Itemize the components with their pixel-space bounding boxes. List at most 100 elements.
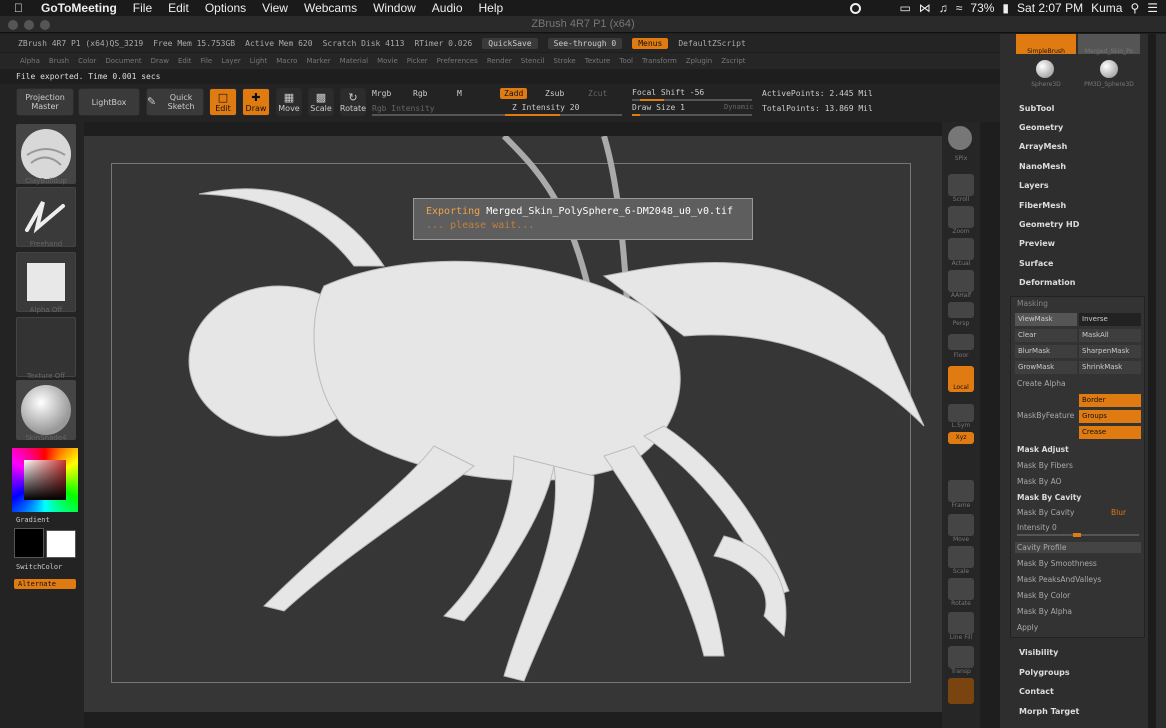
zcut-button[interactable]: Zcut [588,89,607,98]
aahalf-icon[interactable] [948,270,974,292]
zmenu-draw[interactable]: Draw [151,57,169,65]
maskall-button[interactable]: MaskAll [1079,329,1141,342]
draw-size-slider[interactable]: Draw Size 1 [632,103,685,112]
border-toggle[interactable]: Border [1079,394,1141,407]
lsym-icon[interactable] [948,404,974,422]
zmenu-alpha[interactable]: Alpha [20,57,40,65]
rgb-intensity-slider[interactable]: Rgb Intensity [372,104,435,113]
battery-icon[interactable]: ▮ [1002,1,1009,15]
actual-icon[interactable] [948,238,974,260]
mask-peaks-valleys-button[interactable]: Mask PeaksAndValleys [1017,575,1101,584]
zmenu-transform[interactable]: Transform [642,57,677,65]
z-intensity-track[interactable] [372,114,622,116]
projection-master-button[interactable]: Projection Master [16,88,74,116]
zmenu-color[interactable]: Color [78,57,96,65]
persp-icon[interactable] [948,302,974,318]
scale-icon-shelf[interactable] [948,546,974,568]
battery-percent[interactable]: 73% [970,1,994,15]
rotate-mode-button[interactable]: ↻ Rotate [340,88,366,116]
viewmask-button[interactable]: ViewMask [1015,313,1077,326]
zmenu-stroke[interactable]: Stroke [553,57,575,65]
zadd-button[interactable]: Zadd [500,88,528,99]
menu-view[interactable]: View [254,1,296,15]
subpalette-contact[interactable]: Contact [1019,687,1054,696]
masking-title[interactable]: Masking [1017,299,1048,308]
mask-by-feature-button[interactable]: MaskByFeature [1017,411,1074,420]
focal-shift-slider[interactable]: Focal Shift -56 [632,88,704,97]
menu-options[interactable]: Options [197,1,254,15]
move-icon-shelf[interactable] [948,514,974,536]
menu-edit[interactable]: Edit [160,1,197,15]
notification-center-icon[interactable]: ☰ [1147,1,1158,15]
main-color-swatch[interactable] [14,528,44,558]
zmenu-layer[interactable]: Layer [221,57,241,65]
lightbox-button[interactable]: LightBox [78,88,140,116]
mask-by-ao-button[interactable]: Mask By AO [1017,477,1062,486]
sphere3d-thumb-icon[interactable] [1036,60,1054,78]
mask-by-cavity-subtitle[interactable]: Mask By Cavity [1017,493,1081,502]
zmenu-brush[interactable]: Brush [49,57,69,65]
inverse-button[interactable]: Inverse [1079,313,1141,326]
frame-icon[interactable] [948,480,974,502]
zmenu-preferences[interactable]: Preferences [437,57,478,65]
zmenu-document[interactable]: Document [105,57,141,65]
quick-sketch-button[interactable]: ✎ Quick Sketch [146,88,204,116]
shrinkmask-button[interactable]: ShrinkMask [1079,361,1141,374]
apple-icon[interactable]:  [0,1,33,15]
zmenu-macro[interactable]: Macro [276,57,297,65]
blur-slider[interactable]: Blur [1111,508,1126,517]
default-zscript-button[interactable]: DefaultZScript [678,39,745,48]
zmenu-marker[interactable]: Marker [306,57,330,65]
draw-mode-button[interactable]: ✚ Draw [242,88,270,116]
airplay-icon[interactable]: ▭ [899,1,910,15]
edit-mode-button[interactable]: □ Edit [209,88,237,116]
gradient-label[interactable]: Gradient [16,516,50,524]
spotlight-icon[interactable]: ⚲ [1130,1,1139,15]
user-name[interactable]: Kuma [1091,1,1122,15]
sharpenmask-button[interactable]: SharpenMask [1079,345,1141,358]
create-alpha-button[interactable]: Create Alpha [1017,379,1066,388]
zmenu-picker[interactable]: Picker [407,57,428,65]
subpalette-nanomesh[interactable]: NanoMesh [1019,162,1066,171]
solo-icon[interactable] [948,678,974,704]
zmenu-movie[interactable]: Movie [377,57,398,65]
quicksave-button[interactable]: QuickSave [482,37,538,49]
minimize-icon[interactable] [24,20,34,30]
subpalette-morph-target[interactable]: Morph Target [1019,707,1079,716]
secondary-color-swatch[interactable] [46,530,76,558]
zmenu-texture[interactable]: Texture [585,57,611,65]
zoom-icon[interactable] [40,20,50,30]
menu-audio[interactable]: Audio [424,1,471,15]
app-menu[interactable]: GoToMeeting [33,1,125,15]
mask-by-cavity-button[interactable]: Mask By Cavity [1017,508,1074,517]
dynamic-button[interactable]: Dynamic [724,103,754,111]
subpalette-geometry[interactable]: Geometry [1019,123,1063,132]
subpalette-layers[interactable]: Layers [1019,181,1049,190]
palette-scrollbar[interactable] [1148,34,1156,728]
brush-slot[interactable] [16,124,76,184]
zmenu-tool[interactable]: Tool [619,57,633,65]
color-picker[interactable] [12,448,78,512]
stroke-slot[interactable] [16,187,76,247]
alpha-slot[interactable] [16,252,76,312]
z-intensity-slider[interactable]: Z Intensity 20 [512,103,579,112]
zoom-icon-shelf[interactable] [948,206,974,228]
move-mode-button[interactable]: ▦ Move [276,88,302,116]
rgb-button[interactable]: Rgb [413,89,427,98]
subpalette-deformation[interactable]: Deformation [1019,278,1075,287]
menu-help[interactable]: Help [471,1,512,15]
texture-slot[interactable] [16,317,76,377]
alternate-button[interactable]: Alternate [14,579,76,589]
menu-webcams[interactable]: Webcams [296,1,365,15]
crease-toggle[interactable]: Crease [1079,426,1141,439]
color-picker-square[interactable] [24,460,66,500]
subpalette-arraymesh[interactable]: ArrayMesh [1019,142,1067,151]
mask-by-smoothness-button[interactable]: Mask By Smoothness [1017,559,1097,568]
transp-icon[interactable] [948,646,974,668]
groups-toggle[interactable]: Groups [1079,410,1141,423]
scroll-icon[interactable] [948,174,974,196]
zmenu-material[interactable]: Material [340,57,368,65]
subpalette-visibility[interactable]: Visibility [1019,648,1058,657]
zsub-button[interactable]: Zsub [545,89,564,98]
zmenu-render[interactable]: Render [487,57,512,65]
